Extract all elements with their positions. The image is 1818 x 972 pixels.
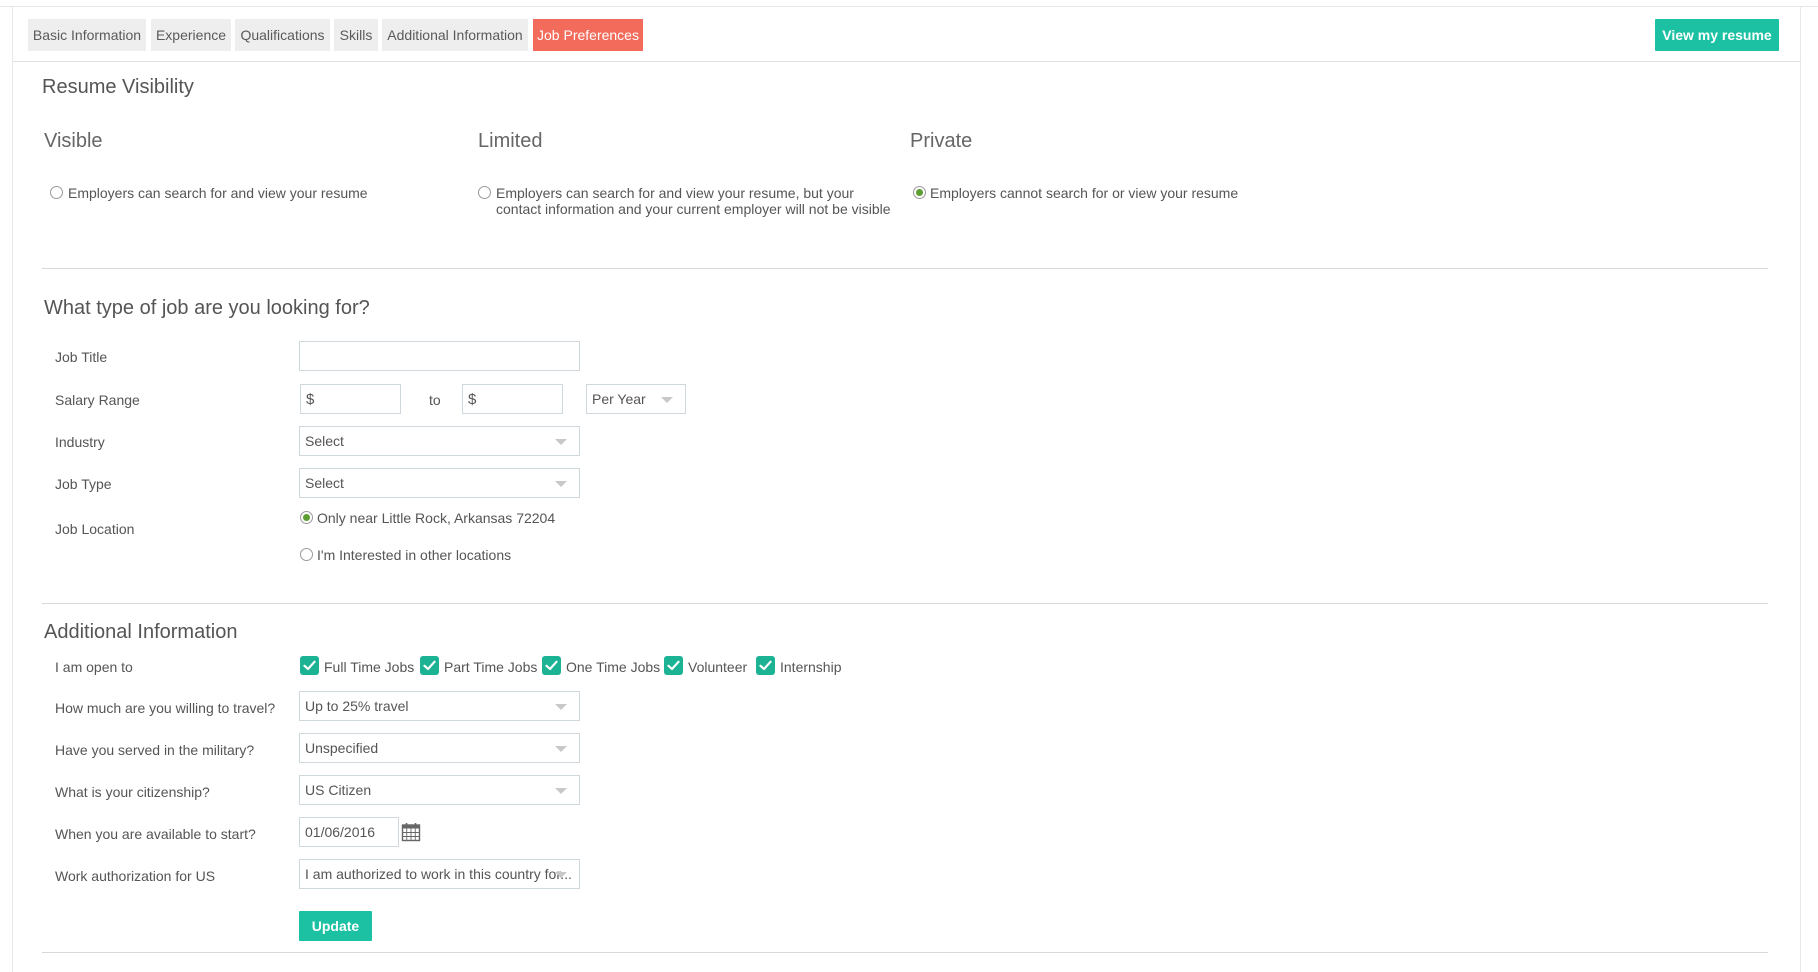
private-radio[interactable]	[913, 186, 926, 199]
tab-basic-information[interactable]: Basic Information	[28, 19, 146, 51]
full-time-checkbox[interactable]	[300, 656, 319, 675]
visible-heading: Visible	[44, 130, 103, 152]
internship-label: Internship	[780, 659, 842, 675]
travel-select[interactable]: Up to 25% travel	[299, 691, 580, 721]
private-description: Employers cannot search for or view your…	[930, 185, 1239, 201]
limited-description: Employers can search for and view your r…	[496, 185, 891, 217]
work-auth-value: I am authorized to work in this country …	[305, 866, 572, 882]
section-divider	[42, 268, 1768, 269]
part-time-label: Part Time Jobs	[444, 659, 538, 675]
job-section-title: What type of job are you looking for?	[44, 297, 370, 319]
full-time-label: Full Time Jobs	[324, 659, 415, 675]
check-icon	[303, 660, 316, 671]
check-icon	[759, 660, 772, 671]
chevron-down-icon	[555, 746, 567, 752]
location-other-radio[interactable]	[300, 548, 313, 561]
job-title-input[interactable]	[299, 341, 580, 371]
salary-range-label: Salary Range	[55, 392, 140, 408]
travel-label: How much are you willing to travel?	[55, 700, 276, 716]
location-other-text: I'm Interested in other locations	[317, 547, 512, 563]
calendar-icon[interactable]	[401, 822, 421, 847]
top-border	[0, 6, 1818, 7]
work-auth-select[interactable]: I am authorized to work in this country …	[299, 859, 580, 889]
tabbar-divider	[12, 61, 1801, 62]
check-icon	[545, 660, 558, 671]
start-date-label: When you are available to start?	[55, 826, 256, 842]
job-type-label: Job Type	[55, 476, 112, 492]
salary-period-select[interactable]: Per Year	[586, 384, 686, 414]
chevron-down-icon	[661, 397, 673, 403]
military-value: Unspecified	[305, 740, 379, 756]
visible-description: Employers can search for and view your r…	[68, 185, 368, 201]
section-divider	[42, 603, 1768, 604]
salary-period-value: Per Year	[592, 391, 646, 407]
tab-additional-information[interactable]: Additional Information	[382, 19, 528, 51]
view-resume-button[interactable]: View my resume	[1655, 19, 1779, 51]
industry-label: Industry	[55, 434, 105, 450]
job-location-label: Job Location	[55, 521, 135, 537]
right-border	[1800, 6, 1801, 972]
open-to-label: I am open to	[55, 659, 133, 675]
tab-experience[interactable]: Experience	[151, 19, 231, 51]
chevron-down-icon	[555, 481, 567, 487]
job-type-value: Select	[305, 475, 344, 491]
private-heading: Private	[910, 130, 973, 152]
volunteer-label: Volunteer	[688, 659, 748, 675]
chevron-down-icon	[555, 872, 567, 878]
tab-job-preferences[interactable]: Job Preferences	[533, 19, 643, 51]
one-time-label: One Time Jobs	[566, 659, 661, 675]
salary-min-input[interactable]: $	[300, 384, 401, 414]
salary-max-input[interactable]: $	[462, 384, 563, 414]
additional-section-title: Additional Information	[44, 621, 238, 643]
location-near-radio[interactable]	[300, 511, 313, 524]
salary-to-label: to	[429, 392, 441, 408]
part-time-checkbox[interactable]	[420, 656, 439, 675]
work-auth-label: Work authorization for US	[55, 868, 216, 884]
check-icon	[667, 660, 680, 671]
check-icon	[423, 660, 436, 671]
tab-qualifications[interactable]: Qualifications	[235, 19, 330, 51]
update-button[interactable]: Update	[299, 911, 372, 941]
chevron-down-icon	[555, 704, 567, 710]
dollar-sign-icon: $	[468, 391, 477, 408]
internship-checkbox[interactable]	[756, 656, 775, 675]
job-title-label: Job Title	[55, 349, 108, 365]
citizenship-select[interactable]: US Citizen	[299, 775, 580, 805]
section-divider	[42, 952, 1768, 953]
citizenship-label: What is your citizenship?	[55, 784, 210, 800]
citizenship-value: US Citizen	[305, 782, 372, 798]
volunteer-checkbox[interactable]	[664, 656, 683, 675]
military-select[interactable]: Unspecified	[299, 733, 580, 763]
military-label: Have you served in the military?	[55, 742, 255, 758]
dollar-sign-icon: $	[306, 391, 315, 408]
left-border	[12, 6, 13, 972]
chevron-down-icon	[555, 788, 567, 794]
travel-value: Up to 25% travel	[305, 698, 409, 714]
one-time-checkbox[interactable]	[542, 656, 561, 675]
tab-skills[interactable]: Skills	[334, 19, 378, 51]
location-near-text: Only near Little Rock, Arkansas 72204	[317, 510, 556, 526]
limited-heading: Limited	[478, 130, 543, 152]
industry-value: Select	[305, 433, 344, 449]
job-type-select[interactable]: Select	[299, 468, 580, 498]
industry-select[interactable]: Select	[299, 426, 580, 456]
visible-radio[interactable]	[50, 186, 63, 199]
resume-visibility-title: Resume Visibility	[42, 76, 194, 98]
chevron-down-icon	[555, 439, 567, 445]
start-date-input[interactable]: 01/06/2016	[299, 817, 399, 847]
limited-radio[interactable]	[478, 186, 491, 199]
